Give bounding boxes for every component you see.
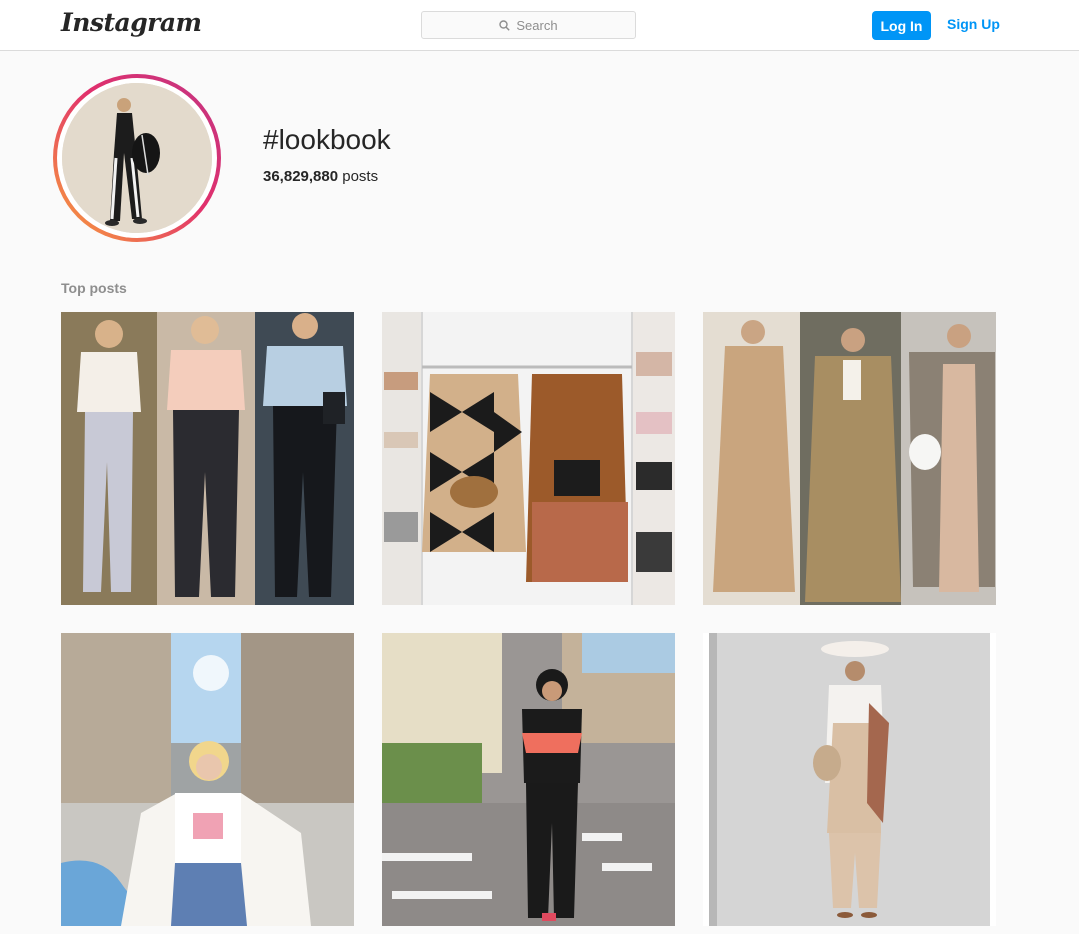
log-in-button[interactable]: Log In [872, 11, 931, 40]
post-tile[interactable] [382, 312, 675, 605]
post-image [61, 633, 354, 926]
post-tile[interactable] [382, 633, 675, 926]
post-image [61, 312, 354, 605]
post-image [703, 633, 996, 926]
instagram-logo[interactable]: Instagram [61, 8, 202, 37]
top-nav-bar: Instagram Search Log In Sign Up [0, 0, 1079, 51]
post-count-number: 36,829,880 [263, 168, 339, 185]
post-image [382, 633, 675, 926]
post-count: 36,829,880 posts [263, 168, 378, 185]
post-tile[interactable] [703, 312, 996, 605]
post-count-suffix: posts [342, 168, 379, 185]
hashtag-avatar [53, 74, 221, 242]
post-tile[interactable] [61, 633, 354, 926]
search-box[interactable]: Search [421, 11, 636, 39]
post-tile[interactable] [61, 312, 354, 605]
hashtag-avatar-photo [62, 83, 212, 233]
post-image [703, 312, 996, 605]
sign-up-link[interactable]: Sign Up [947, 16, 1000, 32]
post-image [382, 312, 675, 605]
top-posts-heading: Top posts [61, 280, 127, 296]
hashtag-title: #lookbook [263, 124, 391, 155]
post-tile[interactable] [703, 633, 996, 926]
